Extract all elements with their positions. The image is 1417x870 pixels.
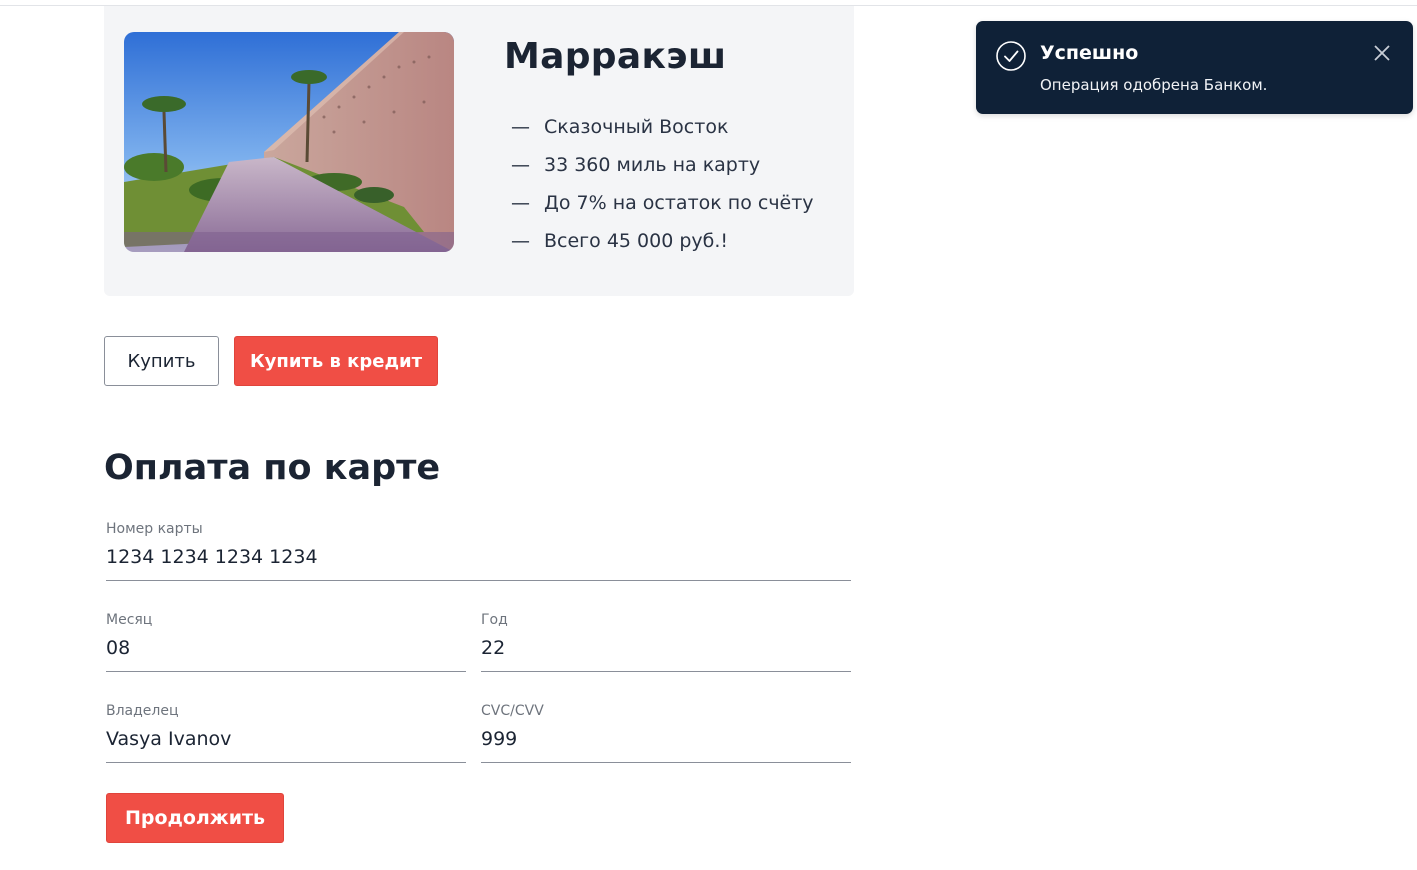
dash-marker: — [511, 230, 530, 252]
continue-button[interactable]: Продолжить [106, 793, 284, 843]
month-input[interactable] [106, 632, 466, 672]
offer-feature-text: До 7% на остаток по счёту [544, 192, 814, 214]
notification-message: Операция одобрена Банком. [1040, 76, 1268, 94]
offer-feature: — До 7% на остаток по счёту [511, 184, 814, 222]
notification-title: Успешно [1040, 42, 1139, 64]
card-number-label: Номер карты [106, 521, 203, 537]
offer-feature-text: Всего 45 000 руб.! [544, 230, 729, 252]
buy-button[interactable]: Купить [104, 336, 219, 386]
card-number-input[interactable] [106, 541, 851, 581]
owner-label: Владелец [106, 703, 179, 719]
card-number-field: Номер карты [106, 519, 851, 581]
offer-feature: — Всего 45 000 руб.! [511, 222, 814, 260]
cvc-input[interactable] [481, 723, 851, 763]
check-circle-icon [996, 41, 1026, 71]
buy-credit-button[interactable]: Купить в кредит [234, 336, 438, 386]
offer-title: Марракэш [504, 36, 727, 77]
month-field: Месяц [106, 610, 466, 672]
offer-feature-text: Сказочный Восток [544, 116, 729, 138]
offer-feature-list: — Сказочный Восток —33 360 миль на карту … [511, 108, 814, 260]
success-notification: Успешно Операция одобрена Банком. [976, 21, 1413, 114]
offer-card: Марракэш — Сказочный Восток — 33 360 миль … [104, 6, 854, 296]
offer-feature: — 33 360 миль на карту [511, 146, 814, 184]
dash-marker: — [511, 116, 530, 138]
payment-section-title: Оплата по карте [104, 448, 441, 488]
close-icon[interactable] [1372, 43, 1392, 63]
year-field: Год [481, 610, 851, 672]
marrakech-photo [124, 32, 454, 252]
dash-marker: — [511, 154, 530, 176]
month-label: Месяц [106, 612, 153, 628]
cvc-label: CVC/CVV [481, 703, 544, 719]
offer-feature-text: 33 360 миль на карту [544, 154, 761, 176]
year-label: Год [481, 612, 508, 628]
offer-feature: — Сказочный Восток [511, 108, 814, 146]
dash-marker: — [511, 192, 530, 214]
year-input[interactable] [481, 632, 851, 672]
owner-field: Владелец [106, 701, 466, 763]
offer-image [124, 32, 454, 252]
cvc-field: CVC/CVV [481, 701, 851, 763]
owner-input[interactable] [106, 723, 466, 763]
